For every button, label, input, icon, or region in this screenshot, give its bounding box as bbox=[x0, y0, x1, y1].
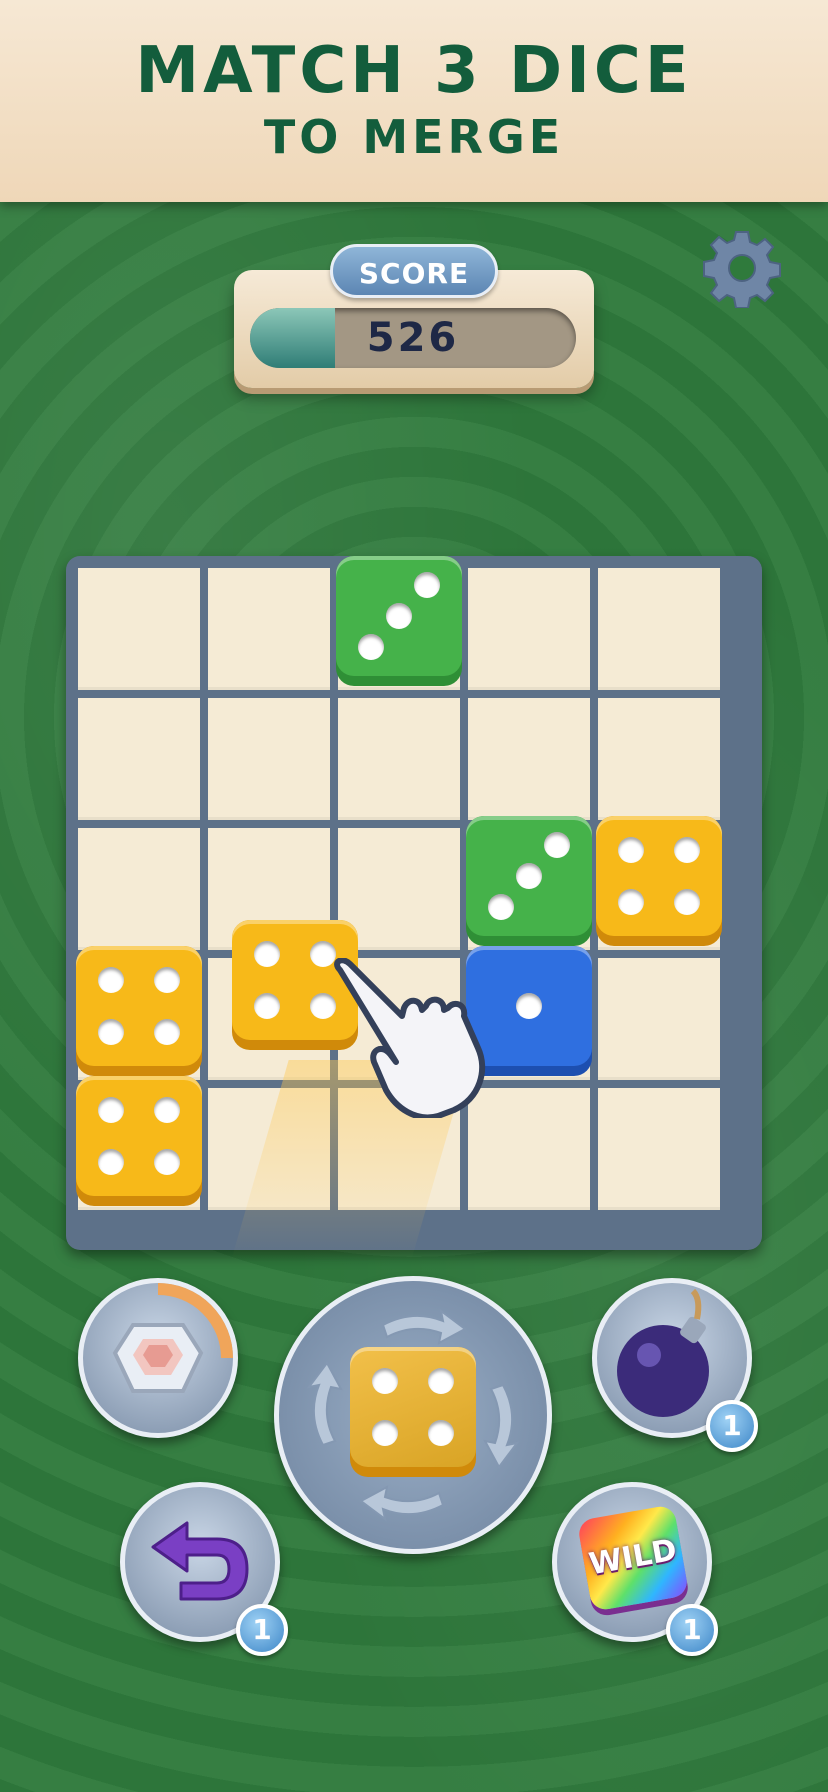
die-pip bbox=[98, 1096, 125, 1123]
diamond-icon bbox=[112, 1283, 233, 1393]
next-die[interactable] bbox=[350, 1347, 476, 1477]
die-face bbox=[336, 556, 462, 676]
next-die-rotate-button[interactable] bbox=[274, 1276, 552, 1554]
board-die[interactable] bbox=[596, 816, 722, 946]
die-pip bbox=[427, 1420, 454, 1447]
score-label: SCORE bbox=[330, 244, 498, 298]
board-cell[interactable] bbox=[208, 1088, 330, 1210]
wild-tile-label: WILD bbox=[576, 1504, 690, 1612]
die-pip bbox=[516, 863, 542, 889]
die-pip bbox=[516, 993, 542, 1019]
board-cell[interactable] bbox=[208, 568, 330, 690]
title-banner: MATCH 3 DICE TO MERGE bbox=[0, 0, 828, 202]
wild-count-badge: 1 bbox=[666, 1604, 718, 1656]
die-pip bbox=[98, 1019, 125, 1046]
die-pip bbox=[98, 1149, 125, 1176]
die-pip bbox=[673, 889, 700, 916]
board-cell[interactable] bbox=[598, 698, 720, 820]
die-pip bbox=[372, 1367, 399, 1394]
board-cell[interactable] bbox=[78, 828, 200, 950]
board-die[interactable] bbox=[336, 556, 462, 686]
bomb-count-badge: 1 bbox=[706, 1400, 758, 1452]
board-cell[interactable] bbox=[78, 698, 200, 820]
die-face bbox=[76, 946, 202, 1066]
die-pip bbox=[543, 831, 570, 858]
board-cell[interactable] bbox=[208, 698, 330, 820]
die-face bbox=[466, 816, 592, 936]
die-pip bbox=[372, 1420, 399, 1447]
die-pip bbox=[488, 894, 515, 921]
board-cell[interactable] bbox=[468, 698, 590, 820]
undo-count-badge: 1 bbox=[236, 1604, 288, 1656]
board-cell[interactable] bbox=[468, 568, 590, 690]
pointing-hand-icon bbox=[334, 958, 486, 1118]
board-die[interactable] bbox=[76, 1076, 202, 1206]
die-pip bbox=[254, 940, 281, 967]
board-die[interactable] bbox=[76, 946, 202, 1076]
die-pip bbox=[618, 836, 645, 863]
die-face bbox=[596, 816, 722, 936]
title-line-2: TO MERGE bbox=[263, 110, 565, 164]
game-board bbox=[66, 556, 762, 1250]
board-cell[interactable] bbox=[598, 568, 720, 690]
die-face bbox=[76, 1076, 202, 1196]
die-pip bbox=[618, 889, 645, 916]
die-pip bbox=[153, 1019, 180, 1046]
die-pip bbox=[358, 634, 385, 661]
title-line-1: MATCH 3 DICE bbox=[135, 34, 693, 108]
die-pip bbox=[153, 1096, 180, 1123]
score-value: 526 bbox=[366, 315, 460, 361]
board-die[interactable] bbox=[466, 816, 592, 946]
die-pip bbox=[427, 1367, 454, 1394]
die-pip bbox=[98, 966, 125, 993]
board-cell[interactable] bbox=[78, 568, 200, 690]
gem-powerup-button[interactable] bbox=[78, 1278, 238, 1438]
die-pip bbox=[153, 966, 180, 993]
board-cell[interactable] bbox=[598, 958, 720, 1080]
settings-button[interactable] bbox=[702, 228, 782, 309]
die-pip bbox=[413, 571, 440, 598]
die-pip bbox=[386, 603, 412, 629]
die-pip bbox=[673, 836, 700, 863]
gear-icon bbox=[703, 231, 781, 309]
die-pip bbox=[254, 993, 281, 1020]
board-cell[interactable] bbox=[598, 1088, 720, 1210]
die-face bbox=[350, 1347, 476, 1467]
board-cell[interactable] bbox=[338, 698, 460, 820]
die-pip bbox=[153, 1149, 180, 1176]
